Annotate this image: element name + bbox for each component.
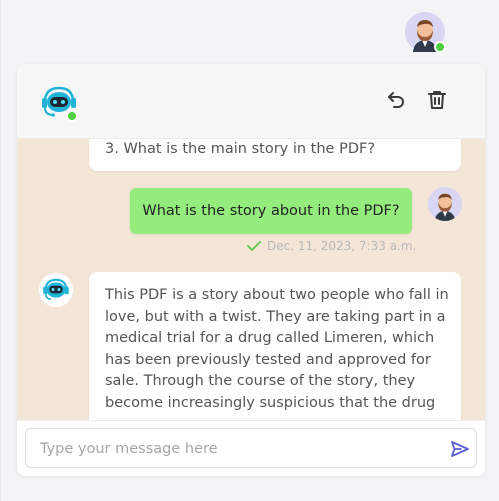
bot-message-line: medical trial for a drug called Limeren,… [105,330,435,347]
page-divider [0,0,1,501]
message-timestamp: Dec. 11, 2023, 7:33 a.m. [267,239,417,253]
robot-icon [39,273,73,307]
delete-chat-button[interactable] [425,88,449,112]
bot-message: 3. What is the main story in the PDF? [89,139,461,171]
send-icon [451,441,469,457]
message-list[interactable]: 3. What is the main story in the PDF? Wh… [17,139,485,420]
bot-message-line: has been previously tested and approved … [105,351,431,368]
bot-online-dot [66,110,78,122]
bot-message-line: sale. Through the course of the story, t… [105,373,416,390]
double-check-icon [247,241,261,251]
message-meta: Dec. 11, 2023, 7:33 a.m. [247,238,416,254]
bot-message: This PDF is a story about two people who… [89,272,461,420]
undo-button[interactable] [384,88,408,112]
undo-icon [388,92,404,108]
user-message: What is the story about in the PDF? [130,188,412,234]
bot-message-line: This PDF is a story about two people who… [105,287,449,303]
trash-icon [428,91,446,109]
bot-message-text: This PDF is a story about two people who… [105,285,449,415]
user-message-text: What is the story about in the PDF? [142,203,400,219]
user-message-avatar [428,187,462,221]
bot-logo [39,82,79,122]
bot-message-line: become increasingly suspicious that the … [105,394,436,411]
online-status-dot [434,41,446,53]
send-button[interactable] [450,439,470,459]
bot-message-text: 3. What is the main story in the PDF? [105,141,376,157]
bot-message-avatar [39,273,73,307]
message-input-box[interactable] [25,428,477,469]
chat-window: 3. What is the main story in the PDF? Wh… [17,64,485,476]
message-composer [17,420,485,476]
user-avatar-icon [428,187,462,221]
bot-message-line: love, but with a twist. They are taking … [105,308,446,325]
user-avatar[interactable] [405,12,446,53]
chat-header [17,64,485,139]
message-input[interactable] [38,429,442,469]
